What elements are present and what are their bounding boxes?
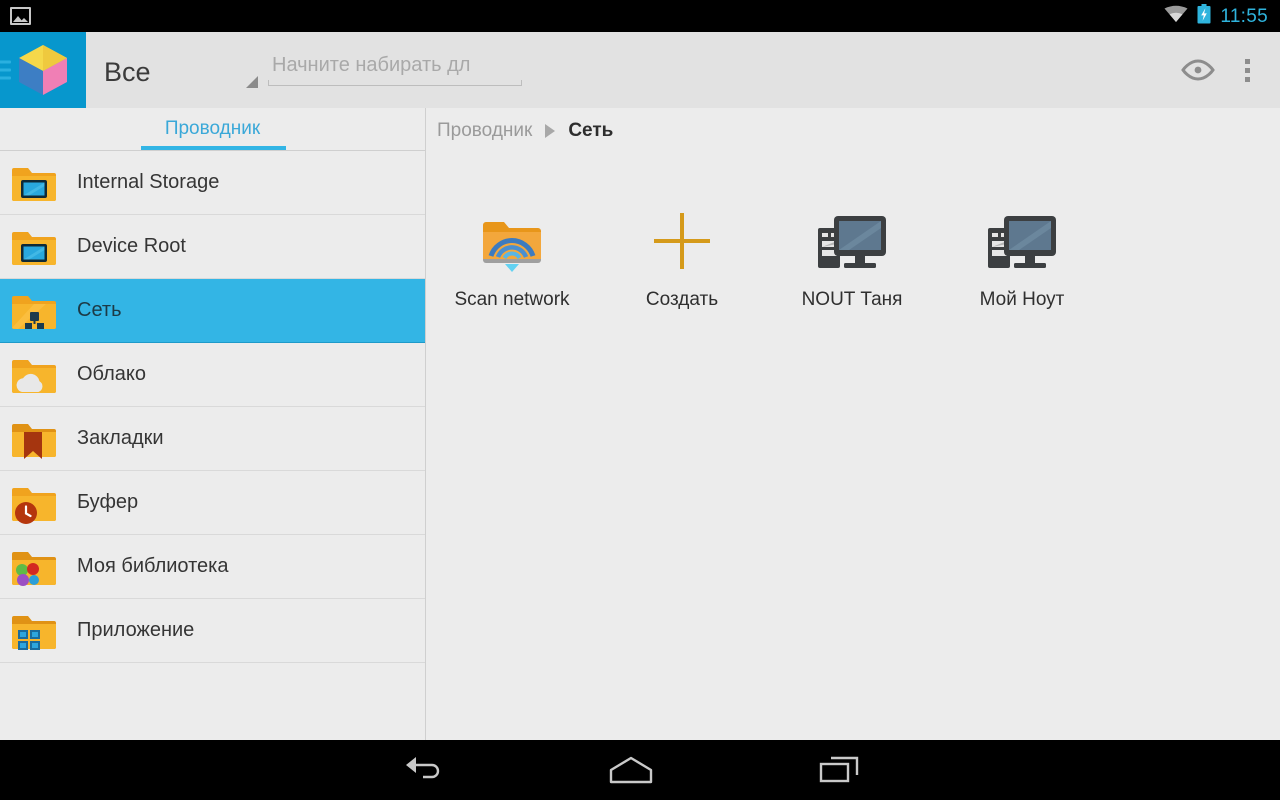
grid-item-label: Мой Ноут: [979, 289, 1065, 310]
scope-spinner-label: Все: [104, 57, 151, 87]
search-underline-cap-left: [268, 80, 269, 86]
system-navigation-bar: [0, 740, 1280, 800]
back-icon[interactable]: [353, 756, 493, 784]
sidebar: Проводник Internal Storage Device Root С…: [0, 108, 426, 740]
android-screen: 11:55 Все Начните набирать дл Проводник …: [0, 0, 1280, 800]
breadcrumb-arrow-icon: [545, 123, 556, 138]
folder-apps-icon: [12, 610, 56, 652]
folder-cloud-icon: [12, 354, 56, 396]
breadcrumb-root[interactable]: Проводник: [437, 120, 532, 142]
status-bar-system: 11:55: [1164, 3, 1280, 29]
sidebar-item-label: Internal Storage: [77, 171, 220, 193]
computer-icon: [767, 193, 937, 289]
folder-library-icon: [12, 546, 56, 588]
app-icon-button[interactable]: [0, 32, 86, 108]
grid-item-my-laptop[interactable]: Мой Ноут: [937, 193, 1107, 311]
sidebar-item-cloud[interactable]: Облако: [0, 343, 425, 407]
sidebar-item-bookmarks[interactable]: Закладки: [0, 407, 425, 471]
grid-item-label: Scan network: [454, 289, 570, 310]
tab-explorer[interactable]: Проводник: [127, 108, 299, 140]
grid-item-nout-tanya[interactable]: NOUT Таня: [767, 193, 937, 311]
sidebar-item-internal-storage[interactable]: Internal Storage: [0, 151, 425, 215]
recents-icon[interactable]: [769, 755, 909, 785]
sidebar-item-label: Сеть: [77, 299, 122, 321]
sidebar-item-my-library[interactable]: Моя библиотека: [0, 535, 425, 599]
cube-logo-icon: [17, 43, 69, 97]
sidebar-item-label: Моя библиотека: [77, 555, 229, 577]
eye-icon[interactable]: [1181, 59, 1215, 81]
status-bar-notifications: [0, 7, 31, 25]
folder-network-icon: [12, 290, 56, 332]
grid-item-label: Создать: [645, 289, 719, 310]
hamburger-icon[interactable]: [0, 60, 11, 80]
status-bar-clock: 11:55: [1220, 5, 1268, 27]
grid-item-create[interactable]: Создать: [597, 193, 767, 311]
folder-device-icon: [12, 162, 56, 204]
grid-item-scan-network[interactable]: Scan network: [427, 193, 597, 311]
sidebar-item-applications[interactable]: Приложение: [0, 599, 425, 663]
sidebar-tabbar: Проводник: [0, 108, 425, 151]
status-bar: 11:55: [0, 0, 1280, 32]
sidebar-item-buffer[interactable]: Буфер: [0, 471, 425, 535]
scope-spinner[interactable]: Все: [86, 32, 268, 108]
sidebar-item-device-root[interactable]: Device Root: [0, 215, 425, 279]
folder-clock-icon: [12, 482, 56, 524]
breadcrumb-current: Сеть: [568, 119, 614, 141]
toolbar-actions: [1181, 55, 1280, 86]
tab-active-indicator: [141, 146, 286, 150]
search-underline-cap-right: [521, 80, 522, 86]
search-underline: [268, 85, 522, 86]
sidebar-item-label: Device Root: [77, 235, 186, 257]
sidebar-item-label: Закладки: [77, 427, 164, 449]
sidebar-list: Internal Storage Device Root Сеть Облако…: [0, 151, 425, 663]
folder-bookmark-icon: [12, 418, 56, 460]
home-icon[interactable]: [561, 755, 701, 785]
kebab-menu-icon[interactable]: [1241, 55, 1254, 86]
breadcrumb: Проводник Сеть: [427, 108, 1280, 153]
grid-item-label: NOUT Таня: [801, 289, 903, 310]
folder-wifi-scan-icon: [427, 193, 597, 289]
sidebar-item-label: Облако: [77, 363, 147, 385]
main-pane: Проводник Сеть Scan network Создать NOUT…: [427, 108, 1280, 740]
network-items-grid: Scan network Создать NOUT Таня Мой Ноут: [427, 153, 1280, 311]
search-field[interactable]: Начните набирать дл: [268, 46, 522, 94]
folder-device-icon: [12, 226, 56, 268]
search-input[interactable]: Начните набирать дл: [272, 54, 470, 77]
photo-icon: [10, 7, 31, 25]
dropdown-triangle-icon: [246, 76, 258, 88]
sidebar-item-label: Приложение: [77, 619, 195, 641]
computer-icon: [937, 193, 1107, 289]
battery-charging-icon: [1197, 3, 1211, 29]
sidebar-item-label: Буфер: [77, 491, 139, 513]
wifi-icon: [1164, 5, 1188, 28]
plus-icon: [597, 193, 767, 289]
content-area: Проводник Internal Storage Device Root С…: [0, 108, 1280, 740]
app-toolbar: Все Начните набирать дл: [0, 32, 1280, 108]
sidebar-item-network[interactable]: Сеть: [0, 279, 425, 343]
